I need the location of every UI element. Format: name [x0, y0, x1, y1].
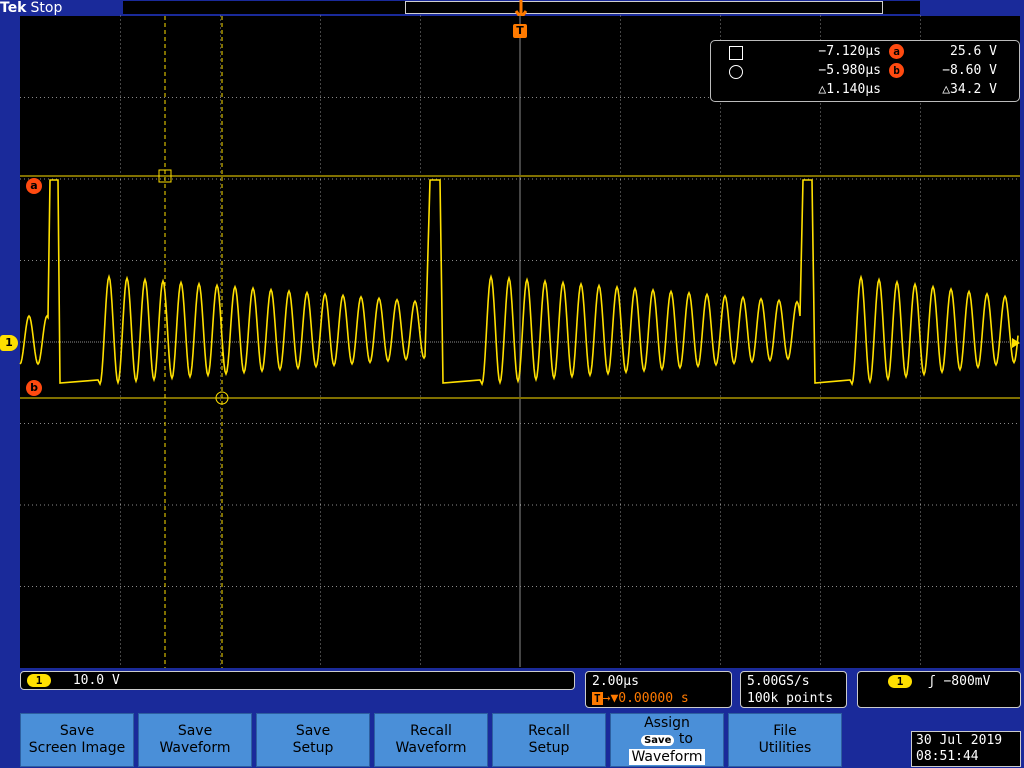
button-line2: Screen Image [28, 740, 126, 756]
cursor-a-badge: a [889, 44, 904, 59]
grid-dots [20, 15, 1019, 667]
trigger-level-arrow-icon [1012, 338, 1020, 348]
channel-1-badge: 1 [27, 674, 51, 687]
recall-waveform-button[interactable]: Recall Waveform [374, 713, 488, 767]
channel-1-marker[interactable]: 1 [0, 335, 18, 351]
assign-save-button[interactable]: Assign Save to Waveform [610, 713, 724, 767]
square-icon [729, 46, 743, 60]
cursor-a-label: a [26, 178, 42, 194]
record-length: 100k points [747, 691, 834, 706]
recall-setup-button[interactable]: Recall Setup [492, 713, 606, 767]
file-utilities-button[interactable]: File Utilities [728, 713, 842, 767]
cursor-b-time: −5.980µs [818, 63, 881, 78]
trigger-level: −800mV [943, 674, 991, 689]
button-line2: Waveform [629, 749, 705, 765]
trigger-position: T →▼0.00000 s [592, 690, 725, 707]
waveform-display [19, 15, 1020, 668]
date: 30 Jul 2019 [916, 733, 1003, 748]
cursor-readout-row-b: −5.980µs b −8.60 V [711, 63, 1019, 81]
button-line2: Utilities [758, 740, 812, 756]
button-line2: Waveform [159, 740, 231, 756]
cursor-readout-row-a: −7.120µs a 25.6 V [711, 44, 1019, 62]
button-line2: Waveform [395, 740, 467, 756]
button-line1: Recall [410, 723, 452, 739]
cursor-delta-volt: △34.2 V [942, 82, 997, 97]
circle-icon [729, 65, 743, 79]
cursor-readout: −7.120µs a 25.6 V −5.980µs b −8.60 V △1.… [710, 40, 1020, 102]
button-line1: Assign [644, 715, 690, 731]
button-line1: Save [177, 723, 213, 739]
cursor-readout-row-delta: △1.140µs △34.2 V [711, 82, 1019, 100]
cursor-b-volt: −8.60 V [942, 63, 997, 78]
button-line1: Save [59, 723, 95, 739]
cursor-b-label: b [26, 380, 42, 396]
timebase-box[interactable]: 2.00µs T →▼0.00000 s [585, 671, 732, 708]
button-line1: Save [295, 723, 331, 739]
save-screen-image-button[interactable]: Save Screen Image [20, 713, 134, 767]
cursor-b-badge: b [889, 63, 904, 78]
trigger-box[interactable]: 1 ʃ −800mV [857, 671, 1021, 708]
button-line2: Setup [528, 740, 570, 756]
button-line1: Recall [528, 723, 570, 739]
channel-scale: 10.0 V [72, 673, 120, 688]
button-assign-row: Save to [641, 731, 693, 749]
cursor-a-time: −7.120µs [818, 44, 881, 59]
save-setup-button[interactable]: Save Setup [256, 713, 370, 767]
date-time-display: 30 Jul 2019 08:51:44 [911, 731, 1021, 767]
time: 08:51:44 [916, 749, 979, 764]
trigger-position-icon: T [592, 692, 603, 705]
button-to: to [678, 731, 693, 747]
cursor-delta-time: △1.140µs [818, 82, 881, 97]
channel-scale-box[interactable]: 1 10.0 V [20, 671, 575, 690]
trigger-channel-badge: 1 [888, 675, 912, 688]
timebase-value: 2.00µs [592, 674, 639, 689]
sample-rate: 5.00GS/s [747, 674, 810, 689]
trigger-edge-icon: ʃ [927, 674, 936, 689]
button-line1: File [773, 723, 797, 739]
button-line2: Setup [292, 740, 334, 756]
save-badge: Save [641, 735, 675, 746]
save-waveform-button[interactable]: Save Waveform [138, 713, 252, 767]
cursor-a-volt: 25.6 V [950, 44, 997, 59]
trigger-point-icon: T [513, 24, 527, 38]
acquisition-box[interactable]: 5.00GS/s 100k points [740, 671, 847, 708]
trigger-position-value: →▼0.00000 s [602, 691, 689, 706]
